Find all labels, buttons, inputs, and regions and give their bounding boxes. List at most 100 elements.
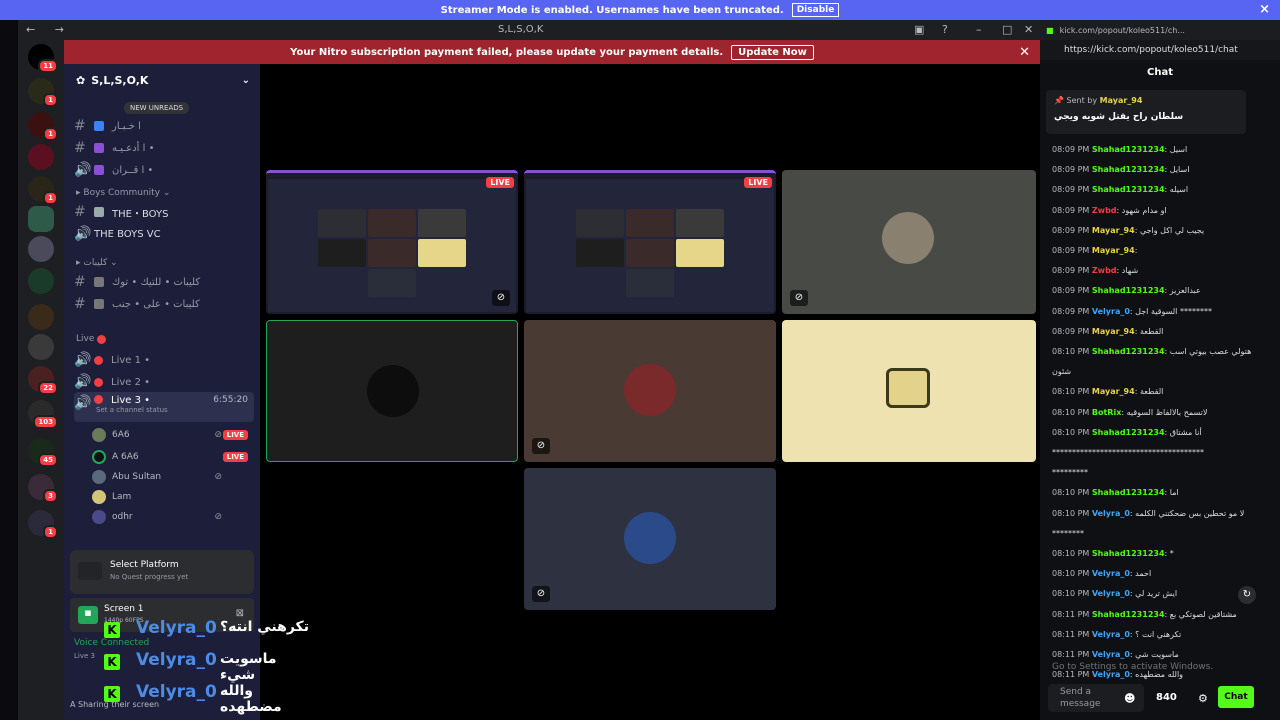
server-icon[interactable]: 1 bbox=[28, 112, 58, 141]
new-unreads-pill[interactable]: NEW UNREADS bbox=[124, 102, 190, 114]
stream-tile[interactable]: LIVE bbox=[524, 170, 776, 314]
message-username[interactable]: Velyra_0 bbox=[1092, 630, 1130, 639]
chat-message[interactable]: شئون bbox=[1052, 366, 1252, 377]
channel-item[interactable]: # THE・BOYS bbox=[74, 202, 254, 222]
send-chat-button[interactable]: Chat bbox=[1218, 686, 1254, 708]
voice-member[interactable]: 6A6 ⊘ LIVE bbox=[92, 426, 252, 444]
message-username[interactable]: Velyra_0 bbox=[1092, 569, 1130, 578]
chat-message[interactable]: 08:10 PM Shahad1231234: أنا مشتاق bbox=[1052, 427, 1252, 438]
back-forward-icons[interactable]: ← → bbox=[26, 23, 72, 36]
channel-item[interactable]: # ا خـبـار bbox=[74, 116, 254, 136]
channel-item[interactable]: # كليبات • للتيك • توك bbox=[74, 272, 254, 292]
voice-channel-item[interactable]: 🔊 ا قــران • bbox=[74, 160, 254, 180]
chat-message[interactable]: 08:09 PM Mayar_94: يجيب لي اكل واجي bbox=[1052, 225, 1252, 236]
pinned-message[interactable]: 📌 Sent by Mayar_94 سلطان راح يقتل شويه و… bbox=[1046, 90, 1246, 134]
message-username[interactable]: Shahad1231234 bbox=[1092, 549, 1165, 558]
chat-message[interactable]: 08:09 PM Velyra_0: السوقية اجل ******** bbox=[1052, 306, 1252, 317]
voice-channel-item[interactable]: 🔊 Live 2 • bbox=[74, 372, 254, 392]
chat-message[interactable]: ************************************** bbox=[1052, 447, 1252, 458]
message-username[interactable]: Shahad1231234 bbox=[1092, 347, 1165, 356]
message-username[interactable]: Velyra_0 bbox=[1092, 509, 1130, 518]
chat-message[interactable]: 08:09 PM Mayar_94: bbox=[1052, 245, 1252, 256]
chat-message[interactable]: 08:09 PM Mayar_94: القطعة bbox=[1052, 326, 1252, 337]
help-icon[interactable]: ? bbox=[942, 23, 948, 36]
chat-message[interactable]: 08:10 PM BotRix: لاتسمح بالالفاظ السوقيه bbox=[1052, 407, 1252, 418]
channel-item[interactable]: # ا أدعـيـه • bbox=[74, 138, 254, 158]
message-username[interactable]: BotRix bbox=[1092, 408, 1121, 417]
server-icon[interactable] bbox=[28, 334, 54, 360]
message-username[interactable]: Velyra_0 bbox=[1092, 307, 1130, 316]
disable-streamer-mode-button[interactable]: Disable bbox=[791, 3, 840, 17]
chat-message[interactable]: 08:10 PM Mayar_94: القطعة bbox=[1052, 386, 1252, 397]
voice-channel-item[interactable]: 🔊 Live 1 • bbox=[74, 350, 254, 370]
voice-member[interactable]: A 6A6 LIVE bbox=[92, 448, 252, 466]
message-username[interactable]: Shahad1231234 bbox=[1092, 145, 1165, 154]
category-header[interactable]: Live bbox=[76, 334, 107, 344]
server-icon[interactable]: 103 bbox=[28, 400, 58, 429]
quest-card[interactable]: Select Platform No Quest progress yet bbox=[70, 550, 254, 594]
participant-tile[interactable]: ⊘ bbox=[782, 170, 1036, 314]
chat-message[interactable]: 08:09 PM Shahad1231234: اسيل bbox=[1052, 144, 1252, 155]
minimize-icon[interactable]: – bbox=[976, 23, 982, 36]
server-icon[interactable]: 22 bbox=[28, 366, 58, 395]
voice-member[interactable]: Lam bbox=[92, 488, 252, 506]
server-icon[interactable]: 1 bbox=[28, 510, 58, 539]
dm-home-icon[interactable]: 11 bbox=[28, 44, 58, 73]
voice-channel-name[interactable]: Live 3 bbox=[74, 652, 95, 660]
chat-message[interactable]: 08:10 PM Velyra_0: احمد bbox=[1052, 568, 1252, 579]
voice-member[interactable]: Abu Sultan ⊘ bbox=[92, 468, 252, 486]
participant-tile[interactable]: ⊘ bbox=[524, 468, 776, 610]
update-now-button[interactable]: Update Now bbox=[731, 44, 814, 60]
stream-tile[interactable]: LIVE ⊘ bbox=[266, 170, 518, 314]
voice-channel-item[interactable]: 🔊 THE BOYS VC bbox=[74, 224, 254, 244]
chat-message[interactable]: ******** bbox=[1052, 528, 1252, 539]
message-username[interactable]: Mayar_94 bbox=[1092, 226, 1135, 235]
server-header[interactable]: ✿ S,L,S,O,K ⌄ bbox=[64, 64, 260, 96]
chat-message[interactable]: 08:09 PM Shahad1231234: عبدالعزيز bbox=[1052, 285, 1252, 296]
server-icon[interactable] bbox=[28, 268, 54, 294]
message-username[interactable]: Shahad1231234 bbox=[1092, 488, 1165, 497]
message-username[interactable]: Shahad1231234 bbox=[1092, 165, 1165, 174]
chat-message[interactable]: 08:09 PM Shahad1231234: اسيله bbox=[1052, 184, 1252, 195]
message-username[interactable]: Velyra_0 bbox=[1092, 650, 1130, 659]
chat-message[interactable]: 08:09 PM Shahad1231234: اسايل bbox=[1052, 164, 1252, 175]
chat-message[interactable]: 08:11 PM Velyra_0: تكرهني انت ؟ bbox=[1052, 629, 1252, 640]
message-username[interactable]: Shahad1231234 bbox=[1092, 428, 1165, 437]
voice-channel-item-active[interactable]: 🔊 Live 3 • 6:55:20 Set a channel status bbox=[74, 392, 254, 422]
emoji-icon[interactable]: ☻ bbox=[1124, 692, 1135, 705]
category-header[interactable]: ▸ Boys Community ⌄ bbox=[76, 188, 170, 198]
channel-item[interactable]: # كليبات • على • جنب bbox=[74, 294, 254, 314]
message-username[interactable]: Mayar_94 bbox=[1092, 246, 1135, 255]
chat-message[interactable]: 08:10 PM Shahad1231234: اما bbox=[1052, 487, 1252, 498]
participant-tile-speaking[interactable] bbox=[266, 320, 518, 462]
maximize-icon[interactable]: □ bbox=[1002, 23, 1012, 36]
server-icon[interactable] bbox=[28, 144, 54, 170]
message-username[interactable]: Shahad1231234 bbox=[1092, 185, 1165, 194]
inbox-icon[interactable]: ▣ bbox=[914, 23, 924, 36]
chat-message[interactable]: 08:10 PM Velyra_0: لا مو تحطين بس ضحكتني… bbox=[1052, 508, 1252, 519]
channel-points[interactable]: 840 bbox=[1156, 692, 1177, 703]
message-username[interactable]: Zwbd bbox=[1092, 266, 1117, 275]
chat-message[interactable]: 08:11 PM Velyra_0: ماسويت شي bbox=[1052, 649, 1252, 660]
chat-message[interactable]: 08:09 PM Zwbd: شهاد bbox=[1052, 265, 1252, 276]
chat-message[interactable]: 08:10 PM Velyra_0: ايش تريد لي bbox=[1052, 588, 1252, 599]
scroll-to-bottom-icon[interactable]: ↻ bbox=[1238, 586, 1256, 604]
server-icon[interactable]: 3 bbox=[28, 474, 58, 503]
server-icon[interactable]: 1 bbox=[28, 78, 58, 107]
voice-member[interactable]: odhr ⊘ bbox=[92, 508, 252, 526]
server-icon[interactable] bbox=[28, 236, 54, 262]
message-username[interactable]: Shahad1231234 bbox=[1092, 286, 1165, 295]
close-icon[interactable]: ✕ bbox=[1019, 45, 1030, 60]
address-bar[interactable]: https://kick.com/popout/koleo511/chat bbox=[1040, 40, 1280, 60]
close-icon[interactable]: × bbox=[1259, 2, 1270, 17]
server-icon-active[interactable] bbox=[28, 206, 54, 232]
message-username[interactable]: Shahad1231234 bbox=[1092, 610, 1165, 619]
chat-message[interactable]: 08:10 PM Shahad1231234: * bbox=[1052, 548, 1252, 559]
close-window-icon[interactable]: ✕ bbox=[1024, 23, 1033, 36]
message-username[interactable]: Mayar_94 bbox=[1092, 327, 1135, 336]
category-header[interactable]: ▸ كليبات ⌄ bbox=[76, 258, 118, 268]
chat-message[interactable]: 08:09 PM Zwbd: او مدام شهود bbox=[1052, 205, 1252, 216]
set-channel-status[interactable]: Set a channel status bbox=[96, 406, 168, 414]
participant-tile[interactable] bbox=[782, 320, 1036, 462]
gear-icon[interactable]: ⚙ bbox=[1198, 692, 1208, 705]
